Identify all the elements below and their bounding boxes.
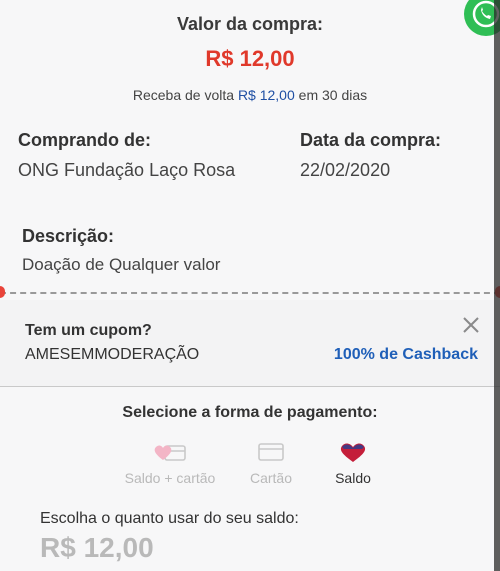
balance-label: Escolha o quanto usar do seu saldo: [40,510,299,527]
buying-from-label: Comprando de: [18,130,151,150]
close-icon[interactable] [462,316,480,334]
coupon-section: Tem um cupom? AMESEMMODERAÇÃO 100% de Ca… [0,300,500,387]
coupon-cashback: 100% de Cashback [333,346,478,363]
card-icon [254,440,288,464]
description-label: Descrição: [22,226,115,246]
cashback-prefix: Receba de volta [132,87,235,103]
payment-title: Selecione a forma de pagamento: [122,404,378,421]
ticket-notch-left [0,286,5,298]
heart-icon [336,440,370,464]
screen: Valor da compra: R$ 12,00 Receba de volt… [0,0,500,571]
buying-from-value: ONG Fundação Laço Rosa [18,160,236,180]
purchase-date-label: Data da compra: [300,130,442,150]
payment-option-card[interactable]: Cartão [238,440,304,486]
purchase-amount: R$ 12,00 [205,46,295,71]
coupon-question: Tem um cupom? [25,322,152,339]
cashback-suffix: em 30 dias [298,87,368,103]
payment-option-label: Saldo + cartão [124,470,216,486]
ticket-divider [0,292,500,294]
purchase-date-value: 22/02/2020 [300,160,391,180]
payment-option-label: Saldo [335,470,371,486]
payment-option-balance-card[interactable]: Saldo + cartão [110,440,230,486]
payment-option-balance[interactable]: Saldo [322,440,384,486]
cashback-amount: R$ 12,00 [237,87,295,103]
payment-option-label: Cartão [249,470,293,486]
coupon-code: AMESEMMODERAÇÃO [25,346,200,363]
purchase-card: Valor da compra: R$ 12,00 Receba de volt… [0,0,500,571]
cashback-info: Receba de volta R$ 12,00 em 30 dias [0,87,500,103]
purchase-title: Valor da compra: [176,14,324,34]
whatsapp-icon[interactable] [452,0,500,40]
device-edge [494,0,500,571]
description-value: Doação de Qualquer valor [22,255,221,274]
heart-card-icon [153,440,187,464]
balance-value-input[interactable]: R$ 12,00 [40,532,154,564]
